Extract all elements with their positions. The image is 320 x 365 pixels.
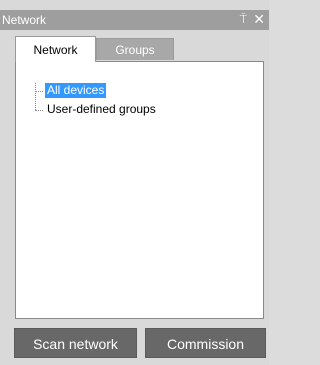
tree-item-all-devices[interactable]: All devices xyxy=(45,83,107,98)
panel-titlebar: Network ⍑ ✕ xyxy=(0,10,269,30)
panel-title: Network xyxy=(2,13,47,27)
close-icon[interactable]: ✕ xyxy=(253,11,265,28)
commission-button[interactable]: Commission xyxy=(145,328,266,358)
tree-connector-line xyxy=(35,91,43,92)
tree-item-user-defined-groups[interactable]: User-defined groups xyxy=(45,102,158,117)
scan-network-button[interactable]: Scan network xyxy=(14,328,137,358)
pin-icon[interactable]: ⍑ xyxy=(240,12,247,27)
tab-network[interactable]: Network xyxy=(15,36,96,62)
tab-groups[interactable]: Groups xyxy=(96,38,174,60)
network-panel: Network ⍑ ✕ Network Groups All devices U… xyxy=(0,0,269,365)
tree-connector-line xyxy=(35,110,43,111)
device-tree[interactable]: All devices User-defined groups xyxy=(15,61,264,319)
tree-connector-line xyxy=(35,83,36,110)
